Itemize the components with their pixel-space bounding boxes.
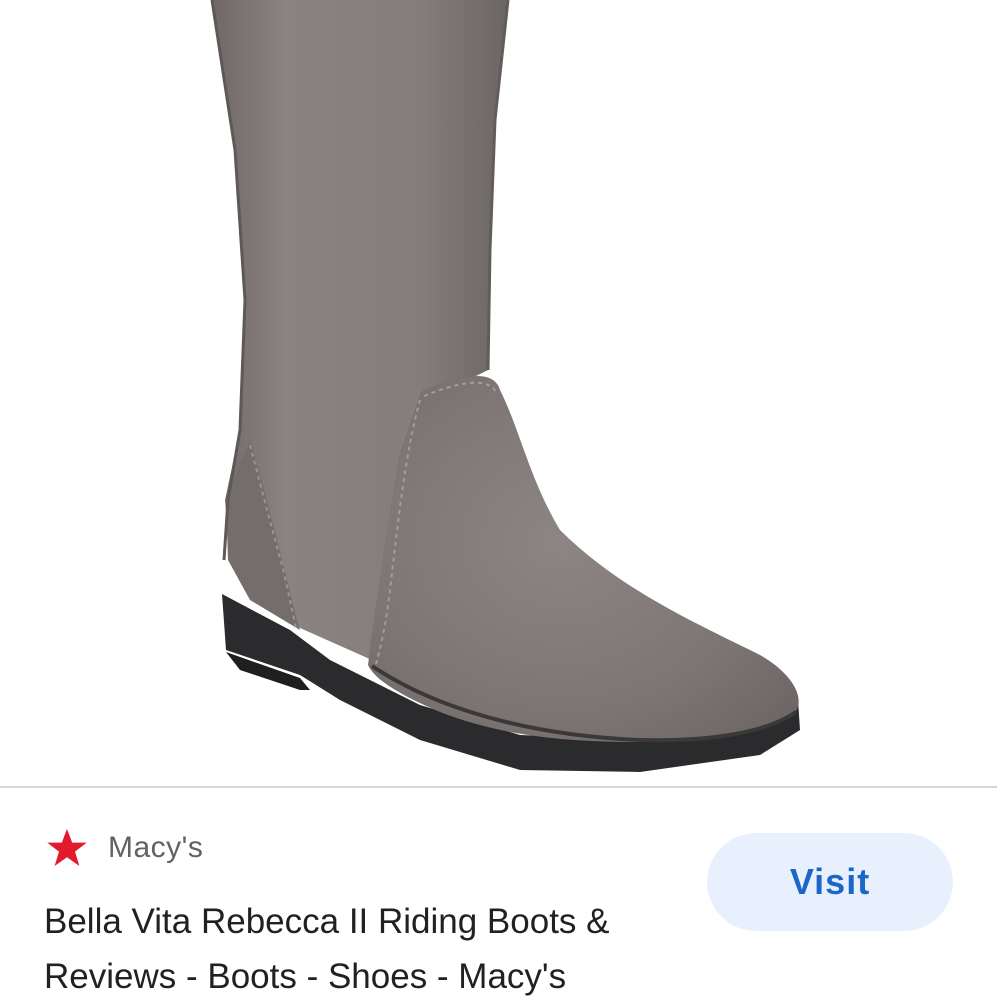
product-image[interactable] <box>0 0 997 786</box>
source-name: Macy's <box>108 831 204 864</box>
result-info-panel: Macy's Bella Vita Rebecca II Riding Boot… <box>0 788 997 1000</box>
source-row[interactable]: Macy's <box>46 828 203 868</box>
boot-illustration <box>210 0 800 772</box>
visit-button[interactable]: Visit <box>707 833 953 931</box>
star-icon <box>46 828 88 868</box>
result-title[interactable]: Bella Vita Rebecca II Riding Boots & Rev… <box>44 894 684 1004</box>
